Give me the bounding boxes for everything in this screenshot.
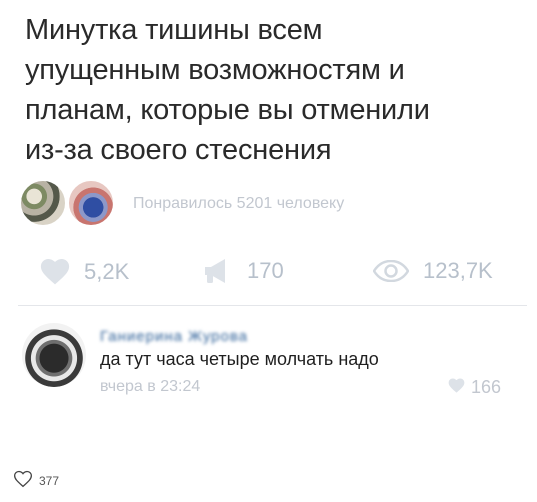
comment: Ганиерина Журова да тут часа четыре молч…: [0, 318, 537, 408]
like-button[interactable]: 5,2K: [40, 258, 129, 285]
divider: [18, 305, 527, 306]
reposts-count: 170: [247, 258, 284, 283]
footer-like-button[interactable]: 377: [13, 470, 59, 491]
views-counter: 123,7K: [373, 258, 493, 284]
post-stats: 5,2K 170 123,7K: [0, 258, 537, 294]
likes-count: 5,2K: [84, 258, 130, 284]
heart-icon: [40, 258, 70, 285]
liker-avatar[interactable]: [18, 178, 68, 228]
heart-outline-icon: [13, 470, 33, 491]
megaphone-icon: [203, 258, 233, 284]
footer-likes-count: 377: [39, 473, 60, 488]
eye-icon: [373, 260, 409, 282]
liker-avatar[interactable]: [66, 178, 116, 228]
likers-row[interactable]: Понравилось 5201 человеку: [18, 178, 518, 230]
views-count: 123,7K: [423, 258, 493, 283]
post-text: Минутка тишины всем упущенным возможност…: [25, 14, 430, 166]
heart-icon: [448, 377, 465, 398]
comment-like-button[interactable]: 166: [448, 377, 501, 398]
comment-author[interactable]: Ганиерина Журова: [100, 328, 248, 345]
comment-time: вчера в 23:24: [100, 378, 201, 395]
comment-text: да тут часа четыре молчать надо: [100, 349, 379, 369]
likes-summary[interactable]: Понравилось 5201 человеку: [133, 195, 344, 213]
repost-button[interactable]: 170: [203, 258, 284, 284]
commenter-avatar[interactable]: [22, 323, 86, 387]
comment-likes-count: 166: [471, 377, 502, 397]
